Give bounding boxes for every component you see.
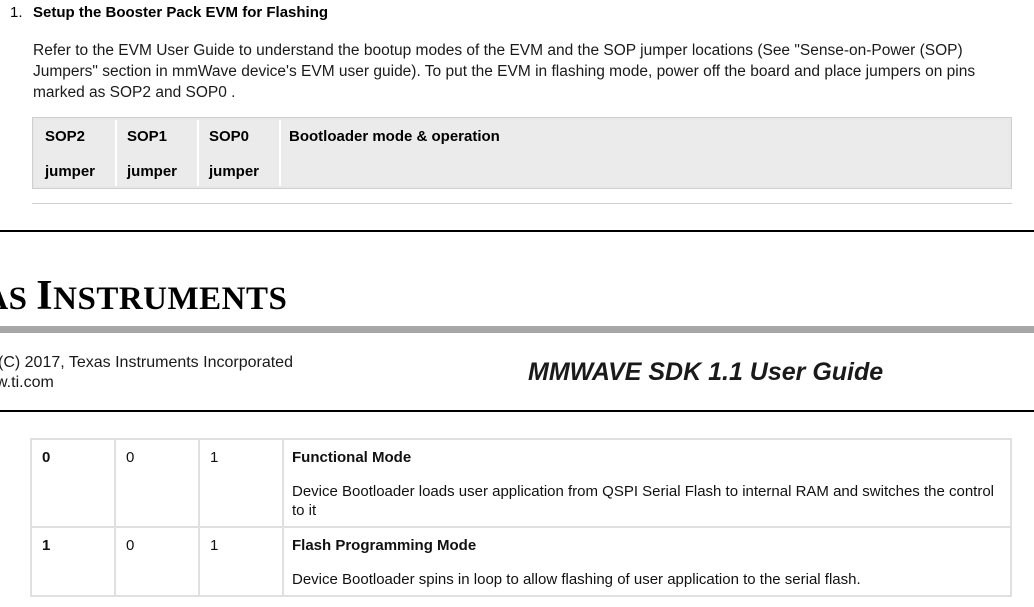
cell-sop2: 0 <box>30 438 116 528</box>
cell-sop0: 1 <box>198 526 284 597</box>
page-break-line-top <box>0 230 1034 232</box>
header-sop1-line1: SOP1 <box>127 128 168 145</box>
header-mode: Bootloader mode & operation <box>281 120 1009 186</box>
company-logo: XAS INSTRUMENTS <box>0 272 287 320</box>
mode-title: Flash Programming Mode <box>292 537 477 554</box>
header-sop0-line1: SOP0 <box>209 128 250 145</box>
table-header: SOP2 jumper SOP1 jumper SOP0 jumper Boot… <box>32 117 1012 189</box>
cell-mode: Flash Programming Mode Device Bootloader… <box>282 526 1012 597</box>
header-sop2-line1: SOP2 <box>45 128 86 145</box>
cell-mode: Functional Mode Device Bootloader loads … <box>282 438 1012 528</box>
intro-paragraph: Refer to the EVM User Guide to understan… <box>33 42 976 101</box>
cell-sop2: 1 <box>30 526 116 597</box>
header-sop1-line2: jumper <box>127 163 178 180</box>
logo-part-1: XAS <box>0 281 28 317</box>
logo-part-3: NSTRUMENTS <box>53 281 288 317</box>
table-row: 1 0 1 Flash Programming Mode Device Boot… <box>30 526 1012 597</box>
step-title: Setup the Booster Pack EVM for Flashing <box>33 4 329 21</box>
page-break-line-bottom <box>0 410 1034 412</box>
step-number: 1. <box>10 4 23 21</box>
divider <box>32 203 1012 204</box>
header-sop2-line2: jumper <box>45 163 96 180</box>
header-sop2: SOP2 jumper <box>35 120 117 186</box>
header-sop1: SOP1 jumper <box>117 120 199 186</box>
bootloader-mode-table: 0 0 1 Functional Mode Device Bootloader … <box>30 438 1012 597</box>
guide-title: MMWAVE SDK 1.1 User Guide <box>528 358 884 386</box>
header-mode-label: Bootloader mode & operation <box>289 128 500 145</box>
cell-sop1: 0 <box>114 526 200 597</box>
website-text: w.ti.com <box>0 374 54 391</box>
mode-description: Device Bootloader spins in loop to allow… <box>292 571 861 588</box>
mode-description: Device Bootloader loads user application… <box>292 483 995 519</box>
copyright-text: (C) 2017, Texas Instruments Incorporated <box>0 354 293 371</box>
cell-sop1: 0 <box>114 438 200 528</box>
cell-sop0: 1 <box>198 438 284 528</box>
table-row: 0 0 1 Functional Mode Device Bootloader … <box>30 438 1012 528</box>
logo-part-2: I <box>36 273 54 319</box>
header-sop0: SOP0 jumper <box>199 120 281 186</box>
logo-underline-bar <box>0 326 1034 333</box>
mode-title: Functional Mode <box>292 449 412 466</box>
header-sop0-line2: jumper <box>209 163 260 180</box>
